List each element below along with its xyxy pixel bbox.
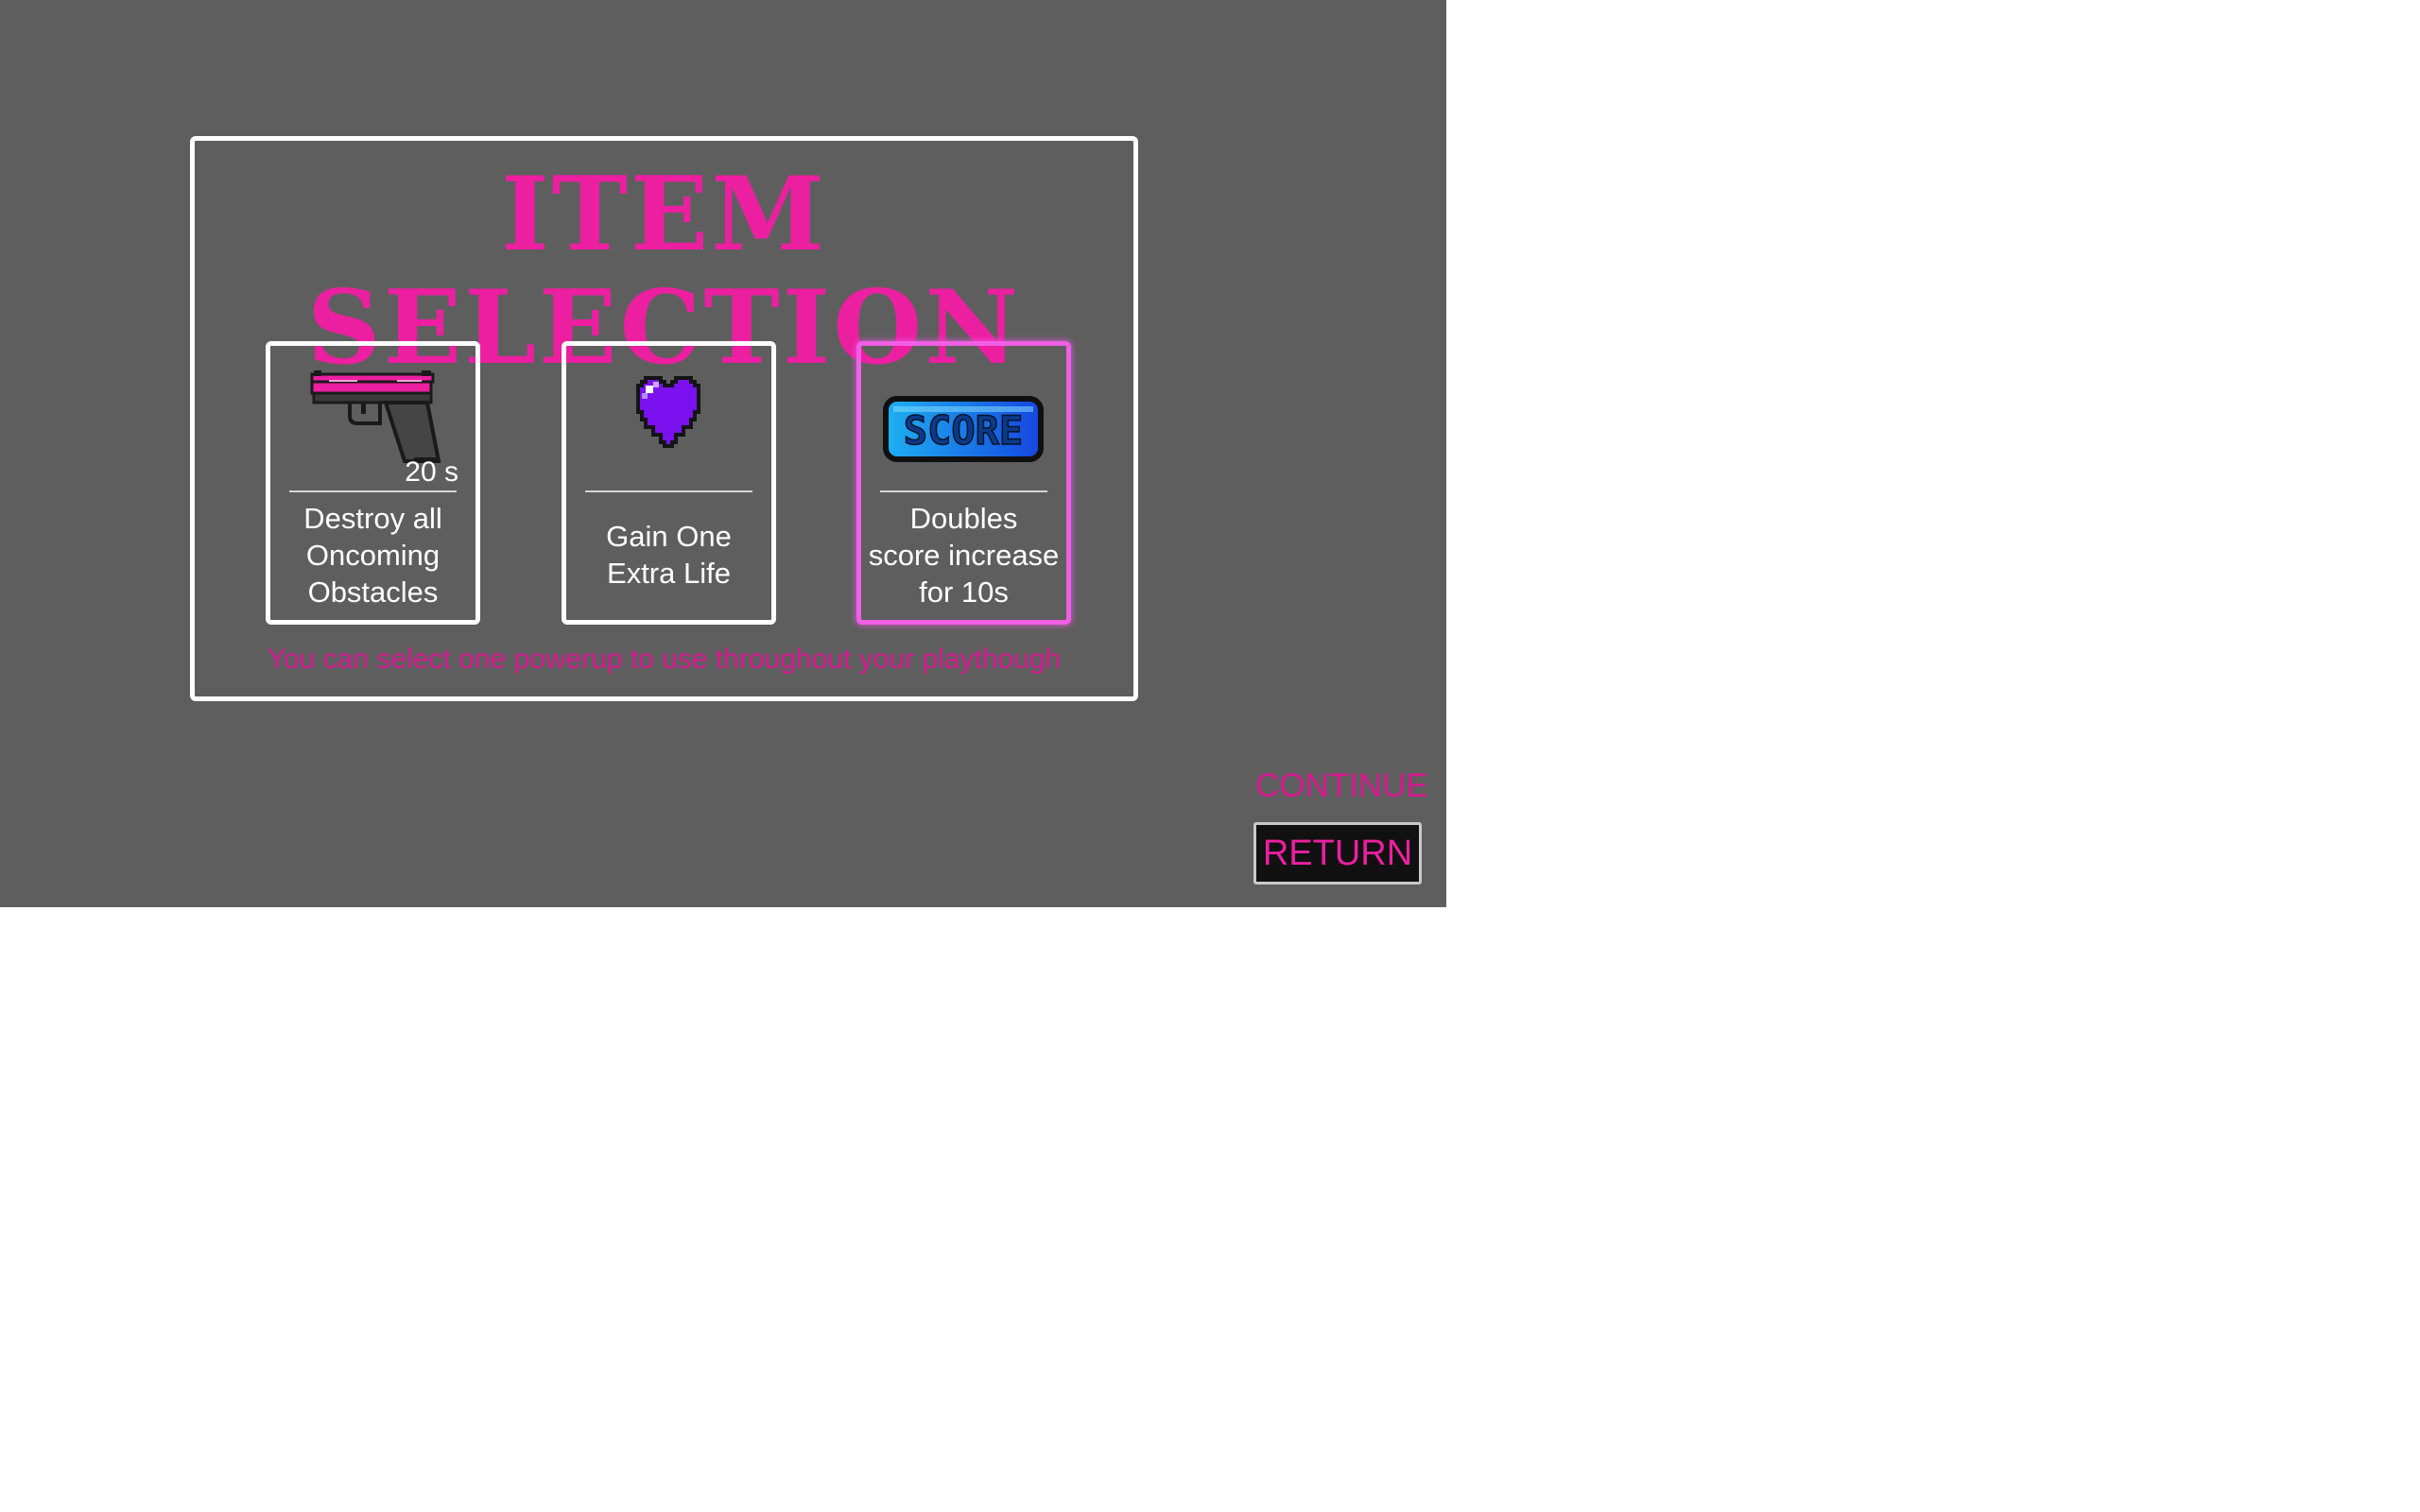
item-description: Destroy all Oncoming Obstacles <box>303 501 442 609</box>
game-screen: ITEM SELECTION 20 s Destroy all Oncoming… <box>0 0 1446 907</box>
score-badge-text: SCORE <box>904 407 1023 454</box>
card-divider <box>585 490 752 492</box>
card-divider <box>880 490 1047 492</box>
selection-hint: You can select one powerup to use throug… <box>267 644 1062 675</box>
return-button[interactable]: RETURN <box>1253 822 1422 885</box>
score-badge-icon: SCORE <box>883 396 1044 462</box>
item-card-pistol[interactable]: 20 s Destroy all Oncoming Obstacles <box>266 341 480 625</box>
continue-button[interactable]: CONTINUE <box>1255 767 1428 805</box>
item-duration: 20 s <box>405 456 458 488</box>
item-description: Doubles score increase for 10s <box>868 501 1060 609</box>
item-card-heart[interactable]: Gain One Extra Life <box>562 341 776 625</box>
item-description: Gain One Extra Life <box>606 520 732 590</box>
card-divider <box>289 490 457 492</box>
heart-icon <box>636 376 700 448</box>
item-art <box>566 359 771 482</box>
item-art: SCORE <box>861 359 1066 482</box>
item-selection-panel: ITEM SELECTION 20 s Destroy all Oncoming… <box>190 136 1138 701</box>
item-card-score[interactable]: SCORE Doubles score increase for 10s <box>856 341 1071 625</box>
